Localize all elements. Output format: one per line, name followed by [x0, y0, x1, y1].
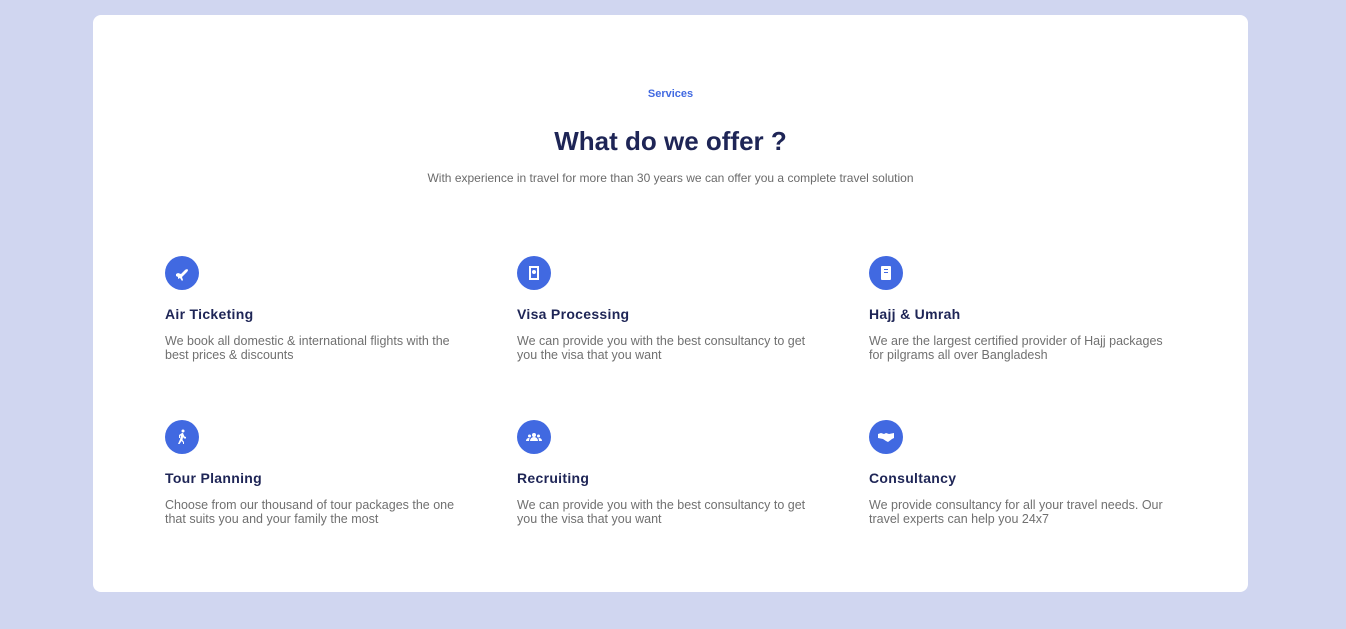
service-description: We are the largest certified provider of…	[869, 334, 1163, 362]
service-description: We book all domestic & international fli…	[165, 334, 450, 362]
service-consultancy: Consultancy We provide consultancy for a…	[869, 420, 1169, 526]
service-description: We can provide you with the best consult…	[517, 498, 806, 526]
service-description: We can provide you with the best consult…	[517, 334, 806, 362]
handshake-icon	[869, 420, 903, 454]
section-subtitle: With experience in travel for more than …	[427, 171, 914, 185]
service-title: Hajj & Umrah	[869, 306, 961, 322]
passport-icon	[517, 256, 551, 290]
users-icon	[517, 420, 551, 454]
service-description: We provide consultancy for all your trav…	[869, 498, 1163, 526]
plane-icon	[165, 256, 199, 290]
section-eyebrow: Services	[647, 88, 694, 100]
service-air-ticketing: Air Ticketing We book all domestic & int…	[165, 256, 465, 362]
services-card: Services What do we offer ? With experie…	[93, 15, 1248, 592]
service-title: Visa Processing	[517, 306, 630, 322]
walking-icon	[165, 420, 199, 454]
service-hajj-umrah: Hajj & Umrah We are the largest certifie…	[869, 256, 1169, 362]
page-title: What do we offer ?	[554, 126, 787, 156]
service-title: Consultancy	[869, 470, 957, 486]
service-title: Tour Planning	[165, 470, 262, 486]
service-title: Recruiting	[517, 470, 590, 486]
book-icon	[869, 256, 903, 290]
service-recruiting: Recruiting We can provide you with the b…	[517, 420, 817, 526]
service-title: Air Ticketing	[165, 306, 254, 322]
service-tour-planning: Tour Planning Choose from our thousand o…	[165, 420, 465, 526]
service-visa-processing: Visa Processing We can provide you with …	[517, 256, 817, 362]
service-description: Choose from our thousand of tour package…	[165, 498, 455, 526]
